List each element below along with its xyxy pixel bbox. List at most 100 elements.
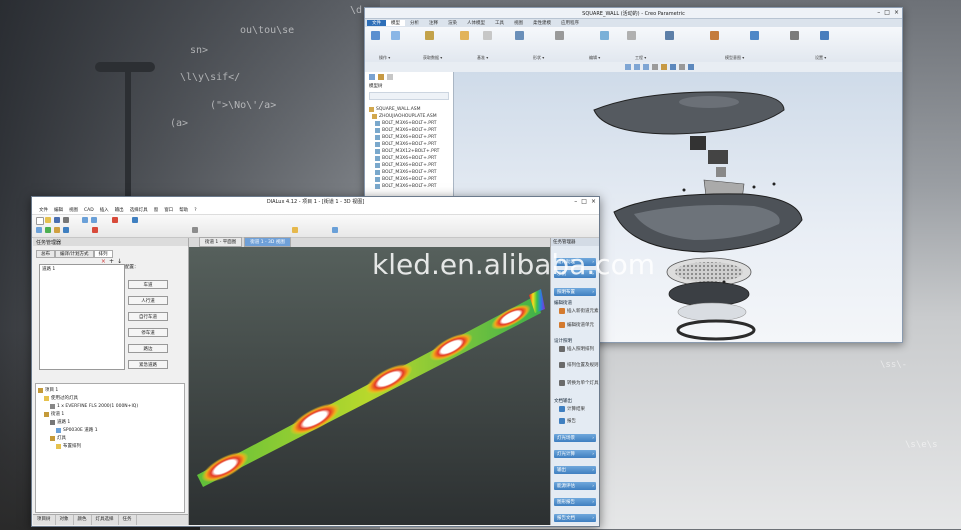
insert-lighting-arrangement-link[interactable]: 插入照明排列 <box>559 346 594 352</box>
menu-window[interactable]: 窗口 <box>161 207 176 213</box>
zoom-icon[interactable] <box>45 227 51 233</box>
tab-maintenance[interactable]: 编译/计划方式 <box>55 250 94 258</box>
tab-plan-view[interactable]: 街道 1 - 平面图 <box>199 237 243 247</box>
tab-luminaire-selection[interactable]: 灯具选择 <box>92 515 119 525</box>
render-icon[interactable] <box>92 227 98 233</box>
hole-icon[interactable] <box>627 31 636 40</box>
report-link[interactable]: 报告 <box>559 418 576 424</box>
close-icon[interactable]: × <box>591 198 596 205</box>
tree-item[interactable]: BOLT_M3X6+BOLT+.PRT <box>365 169 453 176</box>
delete-icon[interactable]: × <box>101 258 106 265</box>
tab-3d-view[interactable]: 街道 1 - 3D 视图 <box>244 237 291 247</box>
tree-node-used-luminaires[interactable]: 使用过的灯具 <box>38 394 182 402</box>
zoom-fit-icon[interactable] <box>625 64 631 70</box>
menu-insert[interactable]: 插入 <box>97 207 112 213</box>
menu-file[interactable]: 文件 <box>36 207 51 213</box>
minimize-icon[interactable]: – <box>574 198 577 205</box>
tree-node-luminaire[interactable]: 1 x EVERFINE FLS 2000(1 000N+IQ) <box>38 402 182 410</box>
favorites-icon[interactable] <box>387 74 393 80</box>
creo-tab-file[interactable]: 文件 <box>367 20 386 26</box>
tree-item[interactable]: BOLT_M3X6+BOLT+.PRT <box>365 176 453 183</box>
tree-item[interactable]: SQUARE_WALL.ASM <box>365 106 453 113</box>
rotate-icon[interactable] <box>63 227 69 233</box>
ribbon-group-editing[interactable]: 编辑 ▾ <box>589 55 600 61</box>
lighting-layout-button[interactable]: 照明布置 <box>554 288 596 296</box>
menu-about[interactable]: ? <box>191 208 199 213</box>
add-icon[interactable]: + <box>109 258 114 265</box>
regenerate-icon[interactable] <box>371 31 380 40</box>
ruler-icon[interactable] <box>192 227 198 233</box>
tree-item[interactable]: BOLT_M3X6+BOLT+.PRT <box>365 162 453 169</box>
add-footpath-button[interactable]: 人行道 <box>128 296 168 305</box>
ribbon-group-model-intent[interactable]: 模型意图 ▾ <box>725 55 744 61</box>
light-icon[interactable] <box>292 227 298 233</box>
select-icon[interactable] <box>36 227 42 233</box>
tab-tasks[interactable]: 任务 <box>119 515 137 525</box>
component-icon[interactable] <box>460 31 469 40</box>
plane-icon[interactable] <box>483 31 492 40</box>
tab-arrangement[interactable]: 排列 <box>93 250 113 258</box>
creo-tab-apps[interactable]: 应用程序 <box>556 20 584 26</box>
ribbon-group-get-data[interactable]: 获取数据 ▾ <box>423 55 442 61</box>
ribbon-group-shapes[interactable]: 形状 ▾ <box>533 55 544 61</box>
tree-item[interactable]: BOLT_M3X6+BOLT+.PRT <box>365 141 453 148</box>
extrude-icon[interactable] <box>555 31 564 40</box>
move-down-icon[interactable]: ↓ <box>117 258 122 265</box>
undo-icon[interactable] <box>82 217 88 223</box>
maximize-icon[interactable]: □ <box>581 198 587 205</box>
maximize-icon[interactable]: □ <box>884 9 890 16</box>
dialux-3d-view[interactable]: 街道 1 - 平面图 街道 1 - 3D 视图 <box>189 237 550 525</box>
display-style-icon[interactable] <box>661 64 667 70</box>
shell-icon[interactable] <box>665 31 674 40</box>
add-verge-button[interactable]: 路边 <box>128 344 168 353</box>
graphic-report-button[interactable]: 图形报告 <box>554 498 596 506</box>
tree-search-bar[interactable] <box>369 92 449 100</box>
parameters-icon[interactable] <box>750 31 759 40</box>
minimize-icon[interactable]: – <box>877 9 880 16</box>
convert-single-luminaire-link[interactable]: 转换为单个灯具 <box>559 380 599 386</box>
creo-tab-tools[interactable]: 工具 <box>490 20 509 26</box>
calculation-results-link[interactable]: 计算结果 <box>559 406 585 412</box>
save-icon[interactable] <box>54 217 60 223</box>
arrangement-rules-link[interactable]: 排列位置及规则 <box>559 362 599 368</box>
edit-street-unit-link[interactable]: 编辑街道单元 <box>559 322 594 328</box>
tree-node-project[interactable]: 项目 1 <box>38 386 182 394</box>
menu-edit[interactable]: 编辑 <box>51 207 66 213</box>
tree-item[interactable]: BOLT_M3X12+BOLT+.PRT <box>365 148 453 155</box>
creo-tab-flexible[interactable]: 柔性建模 <box>528 20 556 26</box>
creo-tab-analysis[interactable]: 分析 <box>405 20 424 26</box>
list-item[interactable]: 道路 1 <box>40 265 124 273</box>
family-table-icon[interactable] <box>710 31 719 40</box>
calculate-icon[interactable] <box>112 217 118 223</box>
relations-icon[interactable] <box>790 31 799 40</box>
tab-colors[interactable]: 颜色 <box>74 515 92 525</box>
creo-tab-view[interactable]: 视图 <box>509 20 528 26</box>
copy-icon[interactable] <box>391 31 400 40</box>
close-icon[interactable]: × <box>894 9 899 16</box>
tree-item[interactable]: ZHOUJIAOHOUPLATE.ASM <box>365 113 453 120</box>
tree-node-arrangement[interactable]: 布置排列 <box>38 442 182 450</box>
tree-item[interactable]: BOLT_M3X6+BOLT+.PRT <box>365 120 453 127</box>
user-defined-feature-icon[interactable] <box>425 31 434 40</box>
creo-tab-manikin[interactable]: 人体模型 <box>462 20 490 26</box>
ribbon-group-datum[interactable]: 基准 ▾ <box>477 55 488 61</box>
light-scene-button[interactable]: 灯光场景 <box>554 434 596 442</box>
insert-street-element-link[interactable]: 插入新街道元素 <box>559 308 599 314</box>
tree-item[interactable]: BOLT_M3X6+BOLT+.PRT <box>365 183 453 190</box>
output-button[interactable]: 输出 <box>554 466 596 474</box>
menu-help[interactable]: 帮助 <box>176 207 191 213</box>
new-file-icon[interactable] <box>36 217 44 225</box>
camera-icon[interactable] <box>332 227 338 233</box>
menu-output[interactable]: 输出 <box>112 207 127 213</box>
saved-views-icon[interactable] <box>670 64 676 70</box>
menu-cad[interactable]: CAD <box>81 208 97 213</box>
datum-display-icon[interactable] <box>679 64 685 70</box>
pattern-icon[interactable] <box>600 31 609 40</box>
sketch-icon[interactable] <box>515 31 524 40</box>
spin-center-icon[interactable] <box>688 64 694 70</box>
view-3d-icon[interactable] <box>132 217 138 223</box>
tree-node-luminaires[interactable]: 灯具 <box>38 434 182 442</box>
menu-window-a[interactable]: 窗 <box>151 207 162 213</box>
tab-general[interactable]: 总布 <box>36 250 55 258</box>
tree-node-street[interactable]: 街道 1 <box>38 410 182 418</box>
